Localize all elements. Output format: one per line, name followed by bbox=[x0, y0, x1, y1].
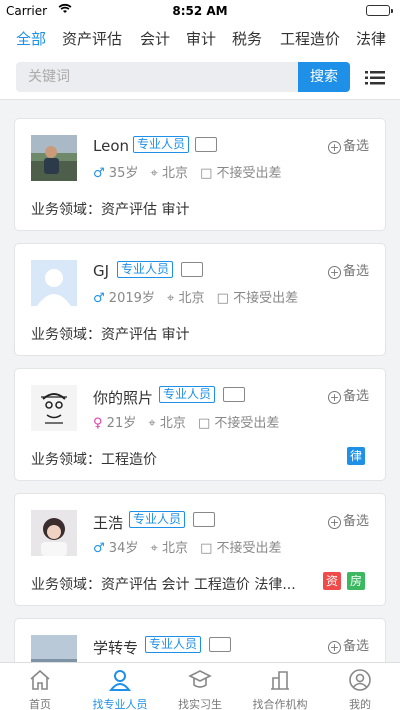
business-field: 业务领域：工程造价 bbox=[31, 452, 157, 468]
tab-asset-appraisal[interactable]: 资产评估 bbox=[62, 28, 122, 49]
professional-tag: 专业人员 bbox=[129, 511, 186, 528]
business-field: 业务领域：资产评估 审计 bbox=[31, 202, 190, 218]
tab-tax[interactable]: 税务 bbox=[232, 28, 262, 49]
professional-list: Leon 专业人员 ♂ 35岁 ⌖ 北京 □ 不接受出差 + 备选 业务领域：资产… bbox=[0, 100, 400, 662]
law-badge: 律 bbox=[347, 447, 365, 465]
tab-law[interactable]: 法律 bbox=[356, 28, 386, 49]
avatar bbox=[31, 635, 77, 662]
location-icon: ⌖ bbox=[167, 291, 175, 306]
tab-accounting[interactable]: 会计 bbox=[140, 28, 170, 49]
graduation-cap-icon bbox=[188, 670, 212, 688]
professional-tag: 专业人员 bbox=[133, 136, 190, 153]
add-icon: + bbox=[327, 516, 341, 529]
search-bar: 搜索 bbox=[0, 56, 400, 100]
person-city: 北京 bbox=[161, 541, 188, 556]
person-meta: ♀ 21岁 ⌖ 北京 □ 不接受出差 bbox=[93, 412, 279, 431]
list-item[interactable]: 你的照片 专业人员 ♀ 21岁 ⌖ 北京 □ 不接受出差 + 备选 业务领域：工程… bbox=[14, 368, 386, 481]
real-estate-badge: 房 bbox=[347, 572, 365, 590]
avatar bbox=[31, 260, 77, 306]
professional-tag: 专业人员 bbox=[145, 636, 202, 653]
avatar bbox=[31, 135, 77, 181]
travel-preference: 不接受出差 bbox=[233, 291, 299, 306]
list-item[interactable]: 王浩 专业人员 ♂ 34岁 ⌖ 北京 □ 不接受出差 + 备选 业务领域：资产评估… bbox=[14, 493, 386, 606]
list-item[interactable]: Leon 专业人员 ♂ 35岁 ⌖ 北京 □ 不接受出差 + 备选 业务领域：资产… bbox=[14, 118, 386, 231]
nav-find-professional[interactable]: 找专业人员 bbox=[80, 663, 160, 710]
briefcase-icon: □ bbox=[197, 416, 211, 431]
list-item[interactable]: 学转专 专业人员 + 备选 bbox=[14, 618, 386, 662]
clock: 8:52 AM bbox=[172, 4, 228, 18]
home-icon bbox=[30, 669, 50, 690]
profile-icon bbox=[349, 669, 371, 691]
avatar bbox=[31, 385, 77, 431]
tab-all[interactable]: 全部 bbox=[16, 28, 46, 49]
person-meta: ♂ 35岁 ⌖ 北京 □ 不接受出差 bbox=[93, 162, 282, 181]
nav-find-agency[interactable]: 找合作机构 bbox=[240, 663, 320, 710]
male-icon: ♂ bbox=[93, 541, 105, 556]
id-card-icon bbox=[181, 262, 203, 277]
location-icon: ⌖ bbox=[150, 541, 158, 556]
female-icon: ♀ bbox=[93, 416, 103, 431]
backup-button[interactable]: + 备选 bbox=[327, 135, 369, 154]
business-field: 业务领域：资产评估 审计 bbox=[31, 327, 190, 343]
person-name: Leon bbox=[93, 137, 130, 155]
backup-button[interactable]: + 备选 bbox=[327, 510, 369, 529]
nav-profile[interactable]: 我的 bbox=[320, 663, 400, 710]
person-age: 35岁 bbox=[108, 166, 139, 181]
person-name: GJ bbox=[93, 262, 110, 280]
id-card-icon bbox=[193, 512, 215, 527]
backup-button[interactable]: + 备选 bbox=[327, 385, 369, 404]
person-age: 2019岁 bbox=[108, 291, 155, 306]
nav-home[interactable]: 首页 bbox=[0, 663, 80, 710]
add-icon: + bbox=[327, 391, 341, 404]
bottom-nav: 首页 找专业人员 找实习生 找合作机构 我的 bbox=[0, 662, 400, 710]
asset-badge: 资 bbox=[323, 572, 341, 590]
backup-button[interactable]: + 备选 bbox=[327, 260, 369, 279]
add-icon: + bbox=[327, 141, 341, 154]
travel-preference: 不接受出差 bbox=[216, 166, 282, 181]
professional-tag: 专业人员 bbox=[159, 386, 216, 403]
list-item[interactable]: GJ 专业人员 ♂ 2019岁 ⌖ 北京 □ 不接受出差 + 备选 业务领域：资产… bbox=[14, 243, 386, 356]
search-button[interactable]: 搜索 bbox=[298, 62, 350, 92]
person-name: 你的照片 bbox=[93, 389, 154, 407]
add-icon: + bbox=[327, 266, 341, 279]
professional-tag: 专业人员 bbox=[117, 261, 174, 278]
location-icon: ⌖ bbox=[148, 416, 156, 431]
travel-preference: 不接受出差 bbox=[214, 416, 280, 431]
travel-preference: 不接受出差 bbox=[216, 541, 282, 556]
person-age: 34岁 bbox=[108, 541, 139, 556]
status-bar: Carrier 8:52 AM bbox=[0, 0, 400, 22]
tab-audit[interactable]: 审计 bbox=[186, 28, 216, 49]
backup-button[interactable]: + 备选 bbox=[327, 635, 369, 654]
location-icon: ⌖ bbox=[150, 166, 158, 181]
person-name: 王浩 bbox=[93, 514, 124, 532]
person-city: 北京 bbox=[159, 416, 186, 431]
person-meta: ♂ 2019岁 ⌖ 北京 □ 不接受出差 bbox=[93, 287, 298, 306]
person-age: 21岁 bbox=[106, 416, 137, 431]
id-card-icon bbox=[209, 637, 231, 652]
avatar bbox=[31, 510, 77, 556]
male-icon: ♂ bbox=[93, 291, 105, 306]
building-icon bbox=[271, 671, 289, 690]
business-field: 业务领域：资产评估 会计 工程造价 法律... bbox=[31, 577, 296, 593]
person-meta: ♂ 34岁 ⌖ 北京 □ 不接受出差 bbox=[93, 537, 282, 556]
person-name: 学转专 bbox=[93, 639, 139, 657]
id-card-icon bbox=[195, 137, 217, 152]
id-card-icon bbox=[223, 387, 245, 402]
tab-engineering-cost[interactable]: 工程造价 bbox=[280, 28, 340, 49]
male-icon: ♂ bbox=[93, 166, 105, 181]
category-tabs: 全部 资产评估 会计 审计 税务 工程造价 法律 bbox=[0, 22, 400, 56]
person-city: 北京 bbox=[161, 166, 188, 181]
list-menu-icon[interactable] bbox=[365, 70, 385, 86]
briefcase-icon: □ bbox=[200, 541, 213, 556]
briefcase-icon: □ bbox=[200, 166, 213, 181]
person-icon bbox=[108, 670, 132, 691]
search-field-container bbox=[16, 62, 298, 92]
briefcase-icon: □ bbox=[216, 291, 229, 306]
person-city: 北京 bbox=[178, 291, 205, 306]
battery-icon bbox=[366, 5, 393, 16]
add-icon: + bbox=[327, 641, 341, 654]
nav-find-intern[interactable]: 找实习生 bbox=[160, 663, 240, 710]
search-input[interactable] bbox=[16, 62, 298, 92]
